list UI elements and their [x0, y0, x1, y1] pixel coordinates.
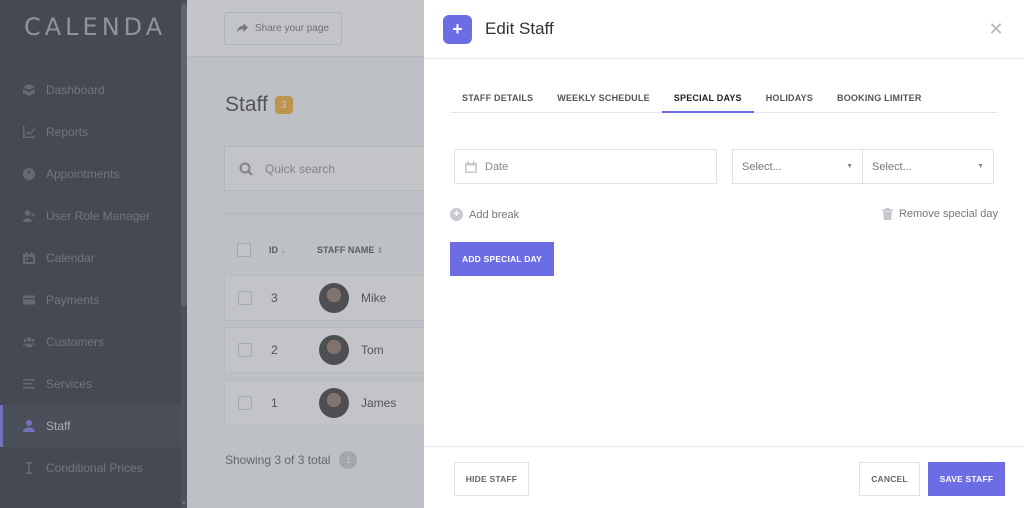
modal-title: Edit Staff [485, 19, 554, 38]
chevron-down-icon: ▼ [977, 163, 984, 170]
remove-special-day-link[interactable]: Remove special day [881, 208, 998, 220]
modal-header: + Edit Staff ✕ [424, 0, 1024, 59]
modal-tabs: STAFF DETAILS WEEKLY SCHEDULE SPECIAL DA… [450, 83, 998, 113]
close-icon[interactable]: ✕ [987, 20, 1005, 38]
remove-special-day-label: Remove special day [898, 208, 998, 220]
tab-special-days[interactable]: SPECIAL DAYS [661, 83, 754, 113]
cancel-button[interactable]: CANCEL [859, 462, 920, 496]
calendar-icon [465, 160, 477, 173]
edit-staff-modal: + Edit Staff ✕ STAFF DETAILS WEEKLY SCHE… [424, 0, 1024, 508]
start-time-value: Select... [742, 160, 782, 173]
save-staff-button[interactable]: SAVE STAFF [928, 462, 1005, 496]
add-break-link[interactable]: + Add break [450, 208, 519, 221]
start-time-select[interactable]: Select... ▼ [732, 149, 863, 184]
plus-circle-icon: + [450, 208, 463, 221]
add-break-label: Add break [469, 208, 520, 221]
modal-footer: HIDE STAFF CANCEL SAVE STAFF [424, 446, 1024, 508]
date-field[interactable]: Date [454, 149, 717, 184]
end-time-select[interactable]: Select... ▼ [862, 149, 994, 184]
plus-icon: + [443, 14, 472, 44]
modal-backdrop[interactable] [0, 0, 424, 508]
hide-staff-button[interactable]: HIDE STAFF [454, 462, 529, 496]
end-time-value: Select... [872, 160, 912, 173]
chevron-down-icon: ▼ [846, 163, 853, 170]
tab-booking-limiter[interactable]: BOOKING LIMITER [825, 83, 934, 113]
tab-weekly-schedule[interactable]: WEEKLY SCHEDULE [545, 83, 662, 113]
add-special-day-button[interactable]: ADD SPECIAL DAY [450, 242, 554, 276]
date-placeholder: Date [485, 160, 509, 173]
tab-holidays[interactable]: HOLIDAYS [754, 83, 825, 113]
trash-icon [881, 208, 893, 220]
tab-staff-details[interactable]: STAFF DETAILS [450, 83, 545, 113]
